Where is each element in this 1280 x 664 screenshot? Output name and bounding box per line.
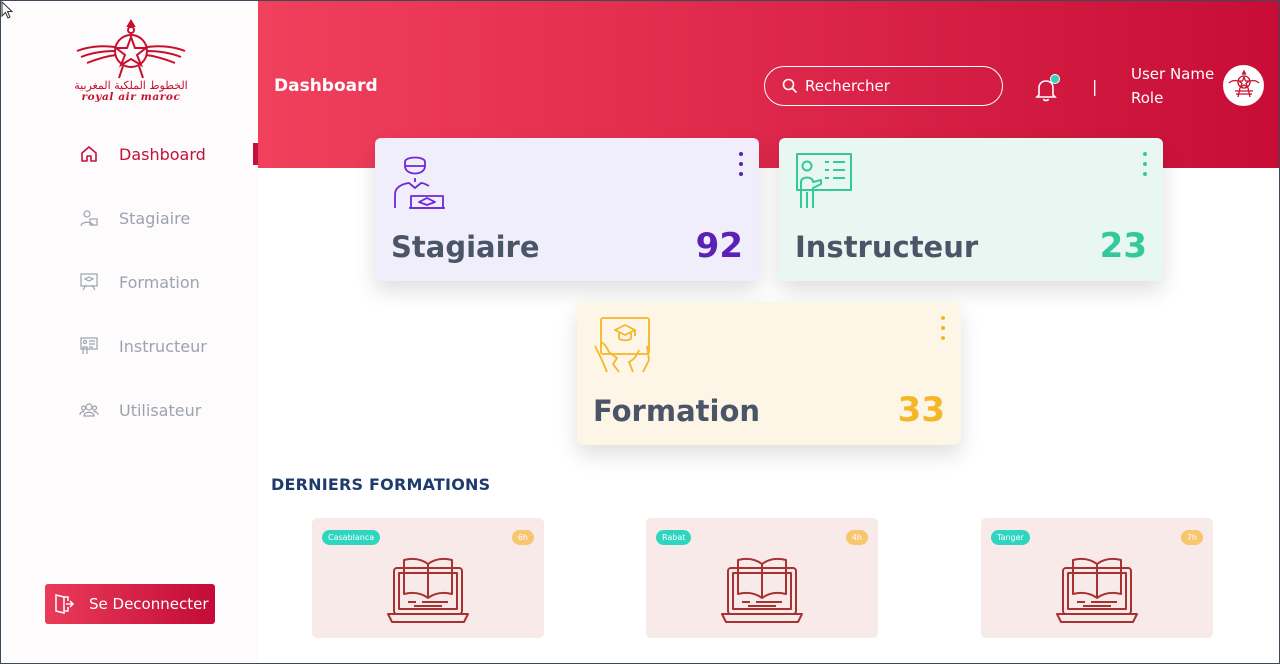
avatar[interactable] bbox=[1223, 65, 1264, 106]
duration-badge: 6h bbox=[511, 530, 534, 545]
brand-logo[interactable]: الخطوط الملكية المغربية royal air maroc bbox=[61, 19, 201, 107]
notification-dot bbox=[1050, 74, 1060, 84]
sidebar-item-utilisateur[interactable]: Utilisateur bbox=[79, 398, 201, 422]
elearning-book-icon bbox=[1055, 554, 1139, 628]
training-tablet-icon bbox=[593, 316, 651, 374]
city-badge: Rabat bbox=[656, 530, 692, 545]
logo-latin-text: royal air maroc bbox=[81, 91, 181, 103]
more-options-icon[interactable] bbox=[735, 152, 747, 176]
logout-button[interactable]: Se Deconnecter bbox=[45, 584, 215, 624]
training-board-icon bbox=[79, 272, 99, 292]
sidebar-item-label: Formation bbox=[119, 272, 200, 292]
user-role: Role bbox=[1131, 89, 1164, 107]
mouse-cursor-icon bbox=[1, 1, 13, 19]
sidebar-item-label: Instructeur bbox=[119, 336, 207, 356]
stat-count: 23 bbox=[1099, 226, 1147, 266]
city-badge: Casablanca bbox=[322, 530, 381, 545]
more-options-icon[interactable] bbox=[1139, 152, 1151, 176]
more-options-icon[interactable] bbox=[937, 316, 949, 340]
duration-badge: 4h bbox=[845, 530, 868, 545]
formation-card[interactable]: Casablanca 6h bbox=[312, 518, 544, 638]
users-icon bbox=[79, 400, 99, 420]
stat-count: 92 bbox=[695, 226, 743, 266]
search-input[interactable] bbox=[805, 77, 995, 95]
section-title: DERNIERS FORMATIONS bbox=[271, 475, 491, 494]
user-name: User Name bbox=[1131, 65, 1215, 83]
sidebar: الخطوط الملكية المغربية royal air maroc … bbox=[1, 1, 258, 663]
instructor-board-icon bbox=[795, 152, 853, 210]
app-window: الخطوط الملكية المغربية royal air maroc … bbox=[0, 0, 1280, 664]
royal-air-maroc-emblem-icon bbox=[1228, 69, 1259, 97]
page-title: Dashboard bbox=[274, 76, 378, 96]
stat-card-stagiaire[interactable]: Stagiaire 92 bbox=[375, 138, 759, 281]
sidebar-item-label: Utilisateur bbox=[119, 400, 202, 420]
duration-badge: 7h bbox=[1180, 530, 1203, 545]
stat-card-instructeur[interactable]: Instructeur 23 bbox=[779, 138, 1163, 281]
sidebar-item-stagiaire[interactable]: Stagiaire bbox=[79, 206, 190, 230]
formation-card[interactable]: Rabat 4h bbox=[646, 518, 878, 638]
formation-card[interactable]: Tanger 7h bbox=[981, 518, 1213, 638]
elearning-book-icon bbox=[386, 554, 470, 628]
sidebar-item-formation[interactable]: Formation bbox=[79, 270, 200, 294]
logout-icon bbox=[53, 593, 75, 615]
instructor-icon bbox=[79, 336, 99, 356]
stat-label: Stagiaire bbox=[391, 230, 540, 264]
stat-card-formation[interactable]: Formation 33 bbox=[577, 302, 961, 445]
stat-label: Formation bbox=[593, 394, 761, 428]
royal-air-maroc-emblem-icon bbox=[76, 19, 186, 79]
sidebar-item-label: Dashboard bbox=[119, 144, 206, 164]
sidebar-item-dashboard[interactable]: Dashboard bbox=[79, 142, 206, 166]
logout-label: Se Deconnecter bbox=[89, 595, 209, 613]
search-box[interactable] bbox=[764, 66, 1003, 106]
search-icon bbox=[781, 77, 799, 95]
stat-label: Instructeur bbox=[795, 230, 979, 264]
city-badge: Tanger bbox=[991, 530, 1030, 545]
home-icon bbox=[79, 144, 99, 164]
stat-count: 33 bbox=[897, 390, 945, 430]
elearning-book-icon bbox=[720, 554, 804, 628]
sidebar-item-label: Stagiaire bbox=[119, 208, 191, 228]
sidebar-item-instructeur[interactable]: Instructeur bbox=[79, 334, 207, 358]
trainee-icon bbox=[79, 208, 99, 228]
header-separator: | bbox=[1092, 77, 1098, 96]
trainee-laptop-icon bbox=[391, 152, 449, 210]
